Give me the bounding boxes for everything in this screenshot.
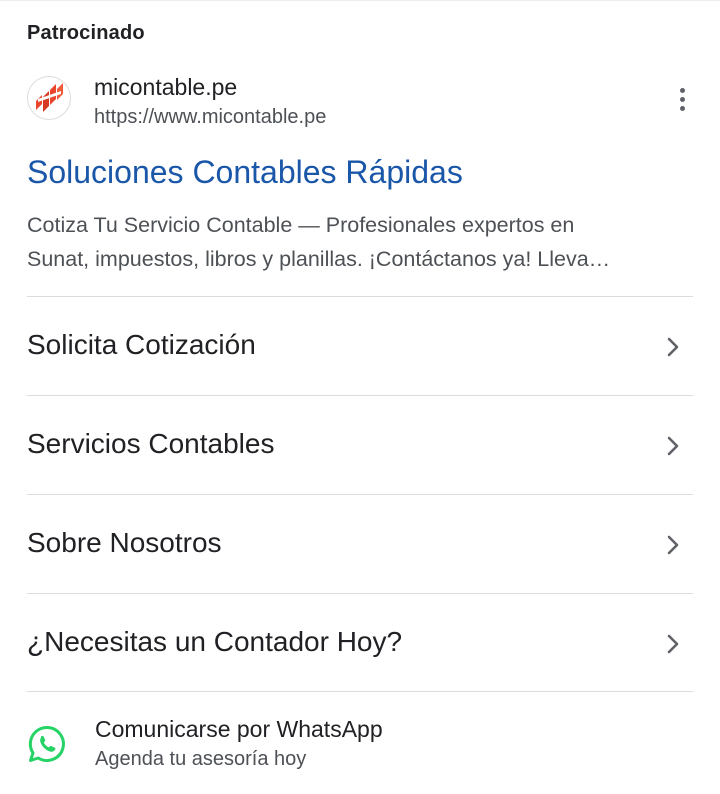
ad-description-line-1: Cotiza Tu Servicio Contable — Profesiona… xyxy=(27,213,575,237)
sitelink-label: Solicita Cotización xyxy=(27,329,256,360)
chevron-right-icon xyxy=(667,436,679,456)
micontable-logo-icon xyxy=(27,76,71,120)
chevron-right-icon xyxy=(667,535,679,555)
sitelink-necesitas-contador[interactable]: ¿Necesitas un Contador Hoy? xyxy=(27,593,693,692)
ad-description: Cotiza Tu Servicio Contable — Profesiona… xyxy=(27,208,695,276)
whatsapp-icon xyxy=(28,725,65,762)
sitelink-label: ¿Necesitas un Contador Hoy? xyxy=(27,626,403,657)
ad-headline-link[interactable]: Soluciones Contables Rápidas xyxy=(27,154,463,191)
advertiser-name[interactable]: micontable.pe xyxy=(94,74,237,101)
sponsored-label: Patrocinado xyxy=(27,22,145,44)
sitelink-servicios-contables[interactable]: Servicios Contables xyxy=(27,395,693,494)
whatsapp-title: Comunicarse por WhatsApp xyxy=(95,716,383,742)
sitelink-label: Servicios Contables xyxy=(27,428,275,459)
advertiser-url[interactable]: https://www.micontable.pe xyxy=(94,106,326,129)
sitelink-label: Sobre Nosotros xyxy=(27,527,222,558)
chevron-right-icon xyxy=(667,634,679,654)
advertiser-header[interactable]: micontable.pe https://www.micontable.pe xyxy=(27,74,693,134)
chevron-right-icon xyxy=(667,337,679,357)
whatsapp-subtitle: Agenda tu asesoría hoy xyxy=(95,748,307,770)
sitelinks-list: Solicita Cotización Servicios Contables … xyxy=(27,296,693,692)
top-divider xyxy=(0,0,720,1)
ad-description-line-2: Sunat, impuestos, libros y planillas. ¡C… xyxy=(27,247,611,271)
whatsapp-contact-extension[interactable]: Comunicarse por WhatsApp Agenda tu aseso… xyxy=(27,712,693,782)
sitelink-solicita-cotizacion[interactable]: Solicita Cotización xyxy=(27,296,693,395)
more-vert-icon[interactable] xyxy=(675,88,689,114)
sitelink-sobre-nosotros[interactable]: Sobre Nosotros xyxy=(27,494,693,593)
